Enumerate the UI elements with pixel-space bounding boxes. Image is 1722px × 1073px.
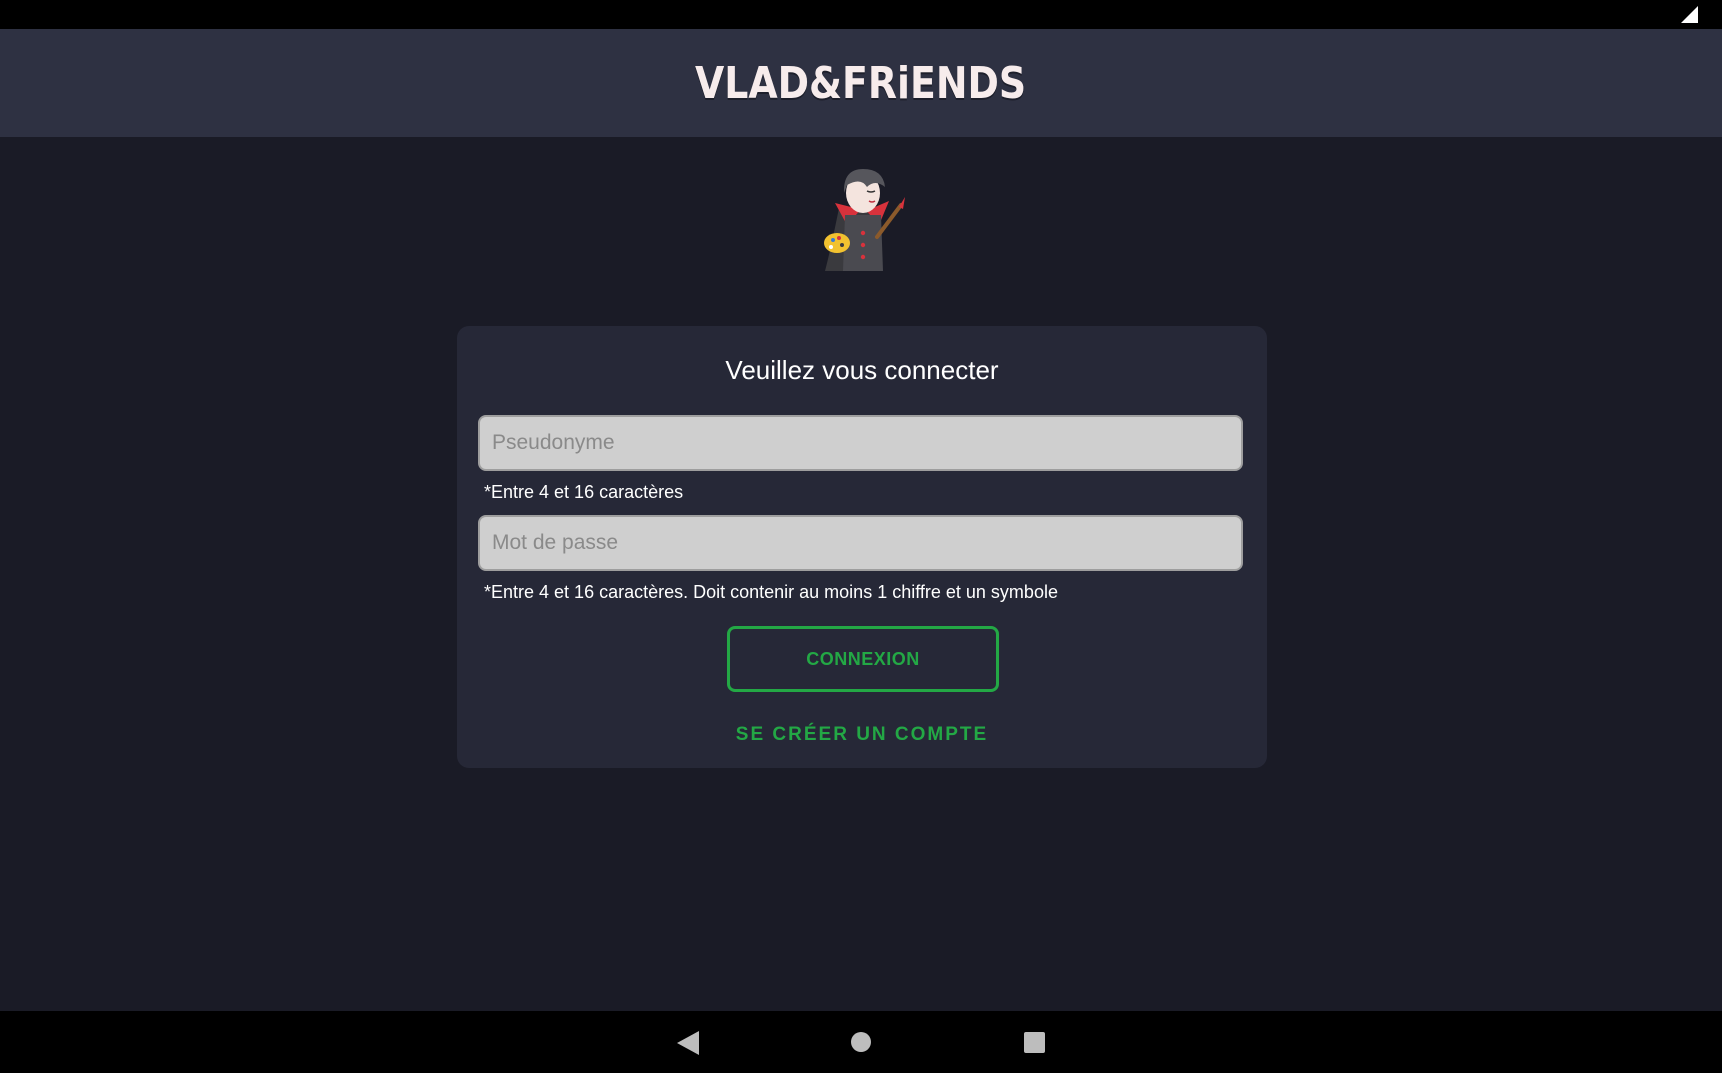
home-circle-icon[interactable] xyxy=(851,1032,871,1052)
password-field[interactable] xyxy=(478,515,1243,571)
back-triangle-icon[interactable] xyxy=(677,1031,699,1055)
username-field[interactable] xyxy=(478,415,1243,471)
username-input[interactable] xyxy=(480,417,1241,469)
password-input[interactable] xyxy=(480,517,1241,569)
app-header: VLAD&FRiENDS xyxy=(0,29,1722,137)
app-logo: VLAD&FRiENDS xyxy=(695,57,1027,109)
create-account-link[interactable]: SE CRÉER UN COMPTE xyxy=(457,724,1267,746)
status-bar xyxy=(0,0,1722,29)
login-screen: VLAD&FRiENDS Veuillez vous connecter Pse… xyxy=(0,0,1722,1073)
username-hint: *Entre 4 et 16 caractères xyxy=(484,482,684,502)
login-button[interactable]: CONNEXION xyxy=(727,626,999,692)
cellular-signal-icon xyxy=(1681,6,1698,23)
login-title: Veuillez vous connecter xyxy=(725,355,999,385)
vampire-painter-mascot-icon xyxy=(824,169,905,271)
navigation-bar xyxy=(0,1011,1722,1073)
login-card: Veuillez vous connecter *Entre 4 et 16 c… xyxy=(457,326,1267,768)
recents-square-icon[interactable] xyxy=(1024,1032,1045,1053)
password-hint: *Entre 4 et 16 caractères. Doit contenir… xyxy=(484,582,1058,602)
